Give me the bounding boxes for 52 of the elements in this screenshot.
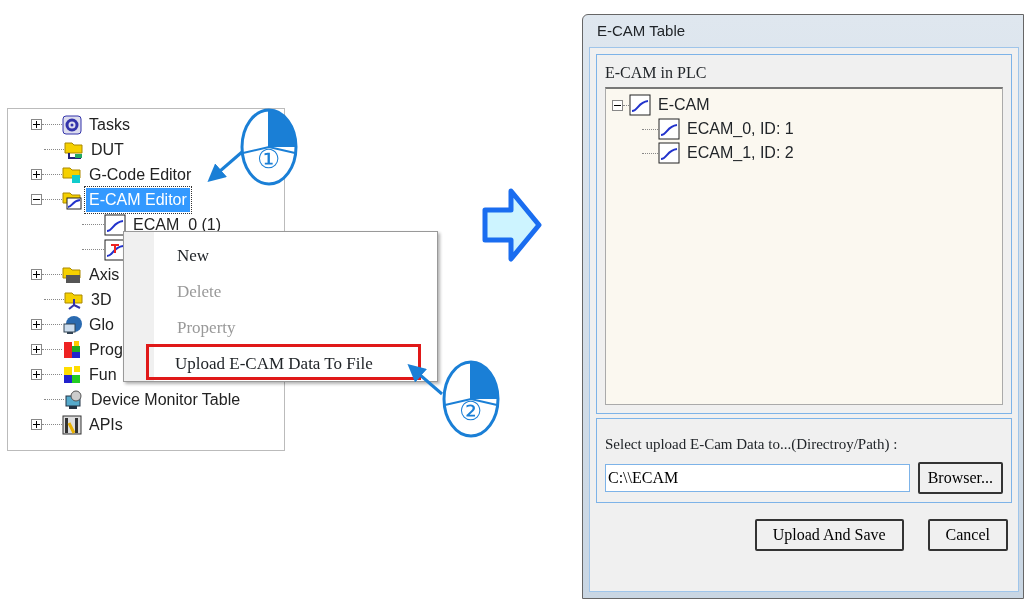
tree-item[interactable]: E-CAM	[655, 93, 713, 117]
step-number: ②	[459, 398, 482, 424]
tree-item[interactable]: Axis	[86, 262, 123, 287]
mouse-icon	[442, 360, 500, 438]
browse-button[interactable]: Browser...	[917, 461, 1003, 494]
tree-item[interactable]: APIs	[86, 412, 126, 437]
curve-chart-icon	[658, 142, 680, 164]
globe-icon	[62, 314, 82, 335]
folder-icon	[62, 164, 82, 185]
expand-toggle[interactable]	[31, 419, 42, 430]
curve-chart-icon	[104, 213, 126, 236]
expand-toggle[interactable]	[31, 319, 42, 330]
group-title: E-CAM in PLC	[605, 63, 708, 83]
folder-icon	[64, 289, 84, 310]
tree-item[interactable]: Fun	[86, 362, 120, 387]
tree-item[interactable]: G-Code Editor	[86, 162, 195, 187]
upload-save-button[interactable]: Upload And Save	[754, 518, 904, 551]
tree-item[interactable]: ECAM_1, ID: 2	[684, 141, 797, 165]
menu-item[interactable]: New	[164, 236, 421, 272]
monitor-icon	[64, 389, 84, 410]
expand-toggle[interactable]	[31, 269, 42, 280]
tree-item[interactable]: DUT	[88, 137, 127, 162]
tree-item[interactable]: Prog	[86, 337, 126, 362]
expand-toggle[interactable]	[31, 344, 42, 355]
collapse-toggle[interactable]	[31, 194, 42, 205]
colored-blocks-icon	[62, 364, 82, 385]
curve-chart-icon	[104, 238, 126, 261]
tree-item[interactable]: ECAM_0, ID: 1	[684, 117, 797, 141]
collapse-toggle[interactable]	[612, 99, 623, 111]
curve-chart-icon	[658, 118, 680, 140]
path-field[interactable]: C:\\ECAM	[605, 463, 910, 492]
folder-icon	[62, 264, 82, 285]
right-arrow-icon	[482, 188, 542, 262]
expand-toggle[interactable]	[31, 169, 42, 180]
tree-item[interactable]: 3D	[88, 287, 115, 312]
tree-item[interactable]: Device Monitor Table	[88, 387, 244, 412]
bookshelf-icon	[62, 414, 82, 435]
expand-toggle[interactable]	[31, 369, 42, 380]
cancel-button[interactable]: Cancel	[927, 518, 1008, 551]
gear-icon	[62, 114, 82, 135]
tree-item[interactable]: Glo	[86, 312, 117, 337]
window-title: E-CAM Table	[596, 21, 687, 41]
path-label: Select upload E-Cam Data to...(Directroy/Path) :	[605, 435, 899, 454]
step-number: ①	[257, 146, 280, 172]
colored-blocks-icon	[62, 339, 82, 360]
pointer-arrow	[406, 362, 446, 396]
folder-icon	[64, 139, 84, 160]
curve-chart-icon	[629, 94, 651, 116]
tree-item[interactable]: Tasks	[86, 112, 133, 137]
folder-icon	[62, 189, 82, 210]
menu-item[interactable]: Upload E-CAM Data To File	[146, 344, 421, 380]
expand-toggle[interactable]	[31, 119, 42, 130]
